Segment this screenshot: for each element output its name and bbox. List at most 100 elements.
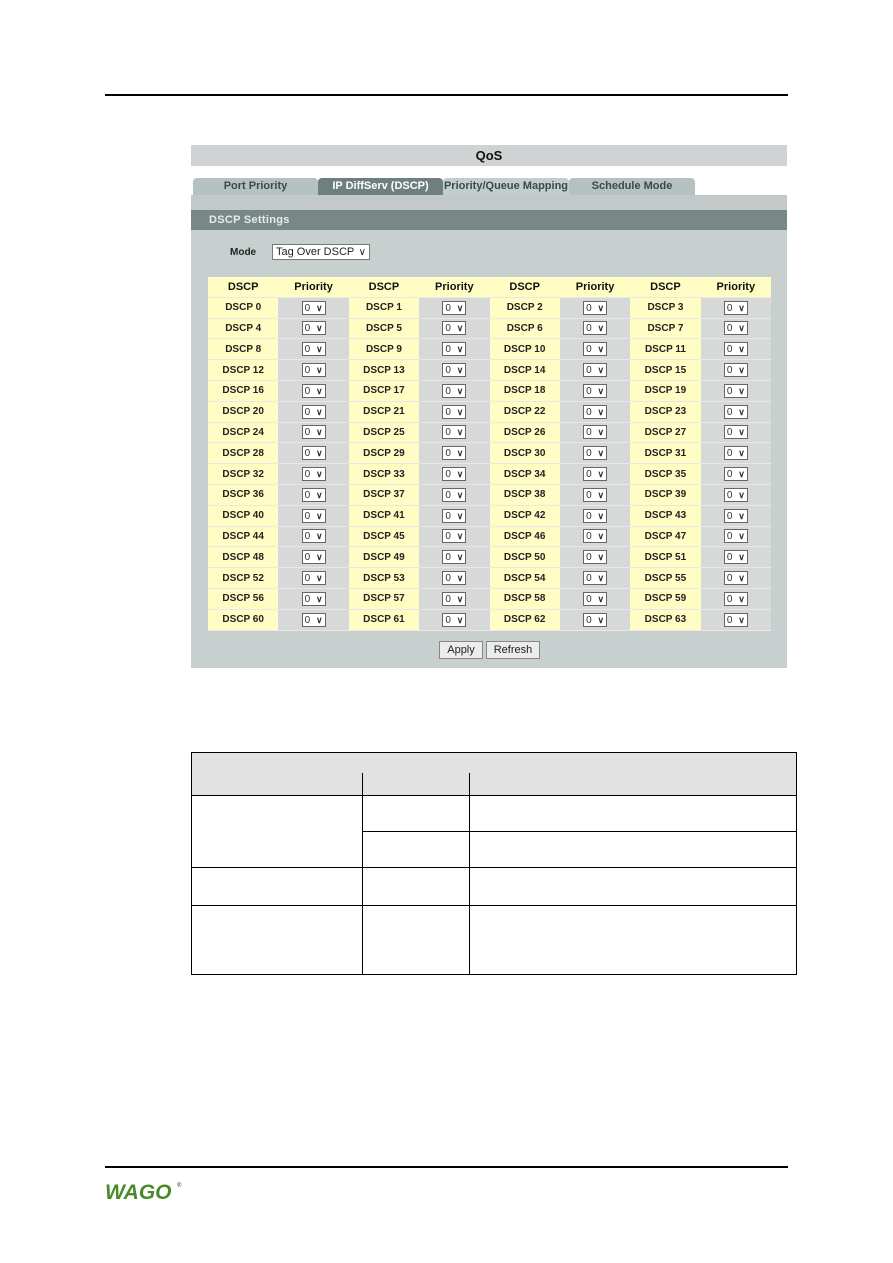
dscp-label: DSCP 5 — [348, 318, 420, 340]
priority-select[interactable]: 0 ∨ — [442, 363, 467, 378]
priority-cell: 0 ∨ — [419, 526, 490, 548]
priority-select[interactable]: 0 ∨ — [442, 446, 467, 461]
priority-select[interactable]: 0 ∨ — [583, 321, 608, 336]
tab-ip-diffserv[interactable]: IP DiffServ (DSCP) — [318, 178, 443, 195]
priority-select[interactable]: 0 ∨ — [442, 383, 467, 398]
priority-select[interactable]: 0 ∨ — [723, 571, 748, 586]
priority-select[interactable]: 0 ∨ — [301, 487, 326, 502]
tab-priority-queue-mapping[interactable]: Priority/Queue Mapping — [443, 178, 569, 195]
priority-select[interactable]: 0 ∨ — [442, 612, 467, 627]
priority-select[interactable]: 0 ∨ — [301, 321, 326, 336]
priority-select[interactable]: 0 ∨ — [442, 425, 467, 440]
priority-select[interactable]: 0 ∨ — [442, 300, 467, 315]
priority-select[interactable]: 0 ∨ — [723, 446, 748, 461]
priority-cell: 0 ∨ — [559, 464, 631, 485]
refresh-button[interactable]: Refresh — [486, 641, 540, 659]
priority-cell: 0 ∨ — [559, 609, 631, 631]
priority-select-value: 0 — [586, 448, 592, 460]
dscp-label: DSCP 36 — [208, 484, 279, 506]
priority-select[interactable]: 0 ∨ — [442, 342, 467, 357]
priority-select-value: 0 — [726, 385, 733, 397]
priority-select[interactable]: 0 ∨ — [723, 591, 748, 606]
priority-select[interactable]: 0 ∨ — [723, 300, 748, 315]
priority-select[interactable]: 0 ∨ — [301, 612, 326, 627]
priority-select[interactable]: 0 ∨ — [301, 529, 326, 544]
priority-select-value: 0 — [304, 531, 311, 543]
priority-select[interactable]: 0 ∨ — [583, 404, 608, 419]
priority-select[interactable]: 0 ∨ — [583, 425, 608, 440]
priority-select[interactable]: 0 ∨ — [301, 425, 326, 440]
priority-select-value: 0 — [304, 344, 311, 356]
dscp-label: DSCP 52 — [208, 568, 279, 589]
dscp-label: DSCP 18 — [489, 380, 560, 402]
dscp-label: DSCP 26 — [489, 422, 560, 444]
tab-schedule-mode[interactable]: Schedule Mode — [569, 178, 695, 195]
priority-select[interactable]: 0 ∨ — [301, 550, 326, 565]
priority-select[interactable]: 0 ∨ — [583, 591, 608, 606]
priority-select[interactable]: 0 ∨ — [723, 383, 748, 398]
table-row: DSCP 44 0 ∨ DSCP 45 0 ∨ DSCP 46 0 ∨ DSCP 47 0 ∨ — [208, 526, 771, 548]
table-row: DSCP 40 0 ∨ DSCP 41 0 ∨ DSCP 42 0 ∨ DSCP 43 0 ∨ — [208, 505, 771, 527]
chevron-down-icon: ∨ — [597, 531, 605, 542]
priority-select[interactable]: 0 ∨ — [723, 425, 748, 440]
priority-select[interactable]: 0 ∨ — [583, 467, 608, 482]
priority-select[interactable]: 0 ∨ — [583, 529, 608, 544]
priority-select-value: 0 — [726, 365, 733, 377]
priority-select[interactable]: 0 ∨ — [723, 487, 748, 502]
priority-select[interactable]: 0 ∨ — [583, 383, 608, 398]
priority-select[interactable]: 0 ∨ — [583, 342, 608, 357]
tab-port-priority[interactable]: Port Priority — [193, 178, 318, 195]
priority-select[interactable]: 0 ∨ — [301, 446, 326, 461]
apply-button[interactable]: Apply — [439, 641, 483, 659]
priority-select[interactable]: 0 ∨ — [442, 487, 467, 502]
priority-select[interactable]: 0 ∨ — [723, 550, 748, 565]
priority-select[interactable]: 0 ∨ — [723, 612, 748, 627]
priority-select[interactable]: 0 ∨ — [442, 571, 467, 586]
dscp-label: DSCP 33 — [348, 464, 420, 485]
priority-select[interactable]: 0 ∨ — [583, 550, 608, 565]
priority-select[interactable]: 0 ∨ — [301, 300, 326, 315]
mode-select[interactable]: Tag Over DSCP ∨ — [272, 244, 370, 260]
priority-select[interactable]: 0 ∨ — [301, 383, 326, 398]
priority-select[interactable]: 0 ∨ — [442, 529, 467, 544]
priority-select[interactable]: 0 ∨ — [301, 508, 326, 523]
priority-select[interactable]: 0 ∨ — [583, 446, 608, 461]
priority-select[interactable]: 0 ∨ — [442, 508, 467, 523]
priority-select[interactable]: 0 ∨ — [301, 404, 326, 419]
priority-select[interactable]: 0 ∨ — [442, 591, 467, 606]
priority-select-value: 0 — [445, 489, 451, 501]
priority-select[interactable]: 0 ∨ — [442, 321, 467, 336]
priority-select[interactable]: 0 ∨ — [583, 612, 608, 627]
priority-select[interactable]: 0 ∨ — [301, 591, 326, 606]
priority-select[interactable]: 0 ∨ — [583, 508, 608, 523]
priority-select[interactable]: 0 ∨ — [583, 363, 608, 378]
priority-select[interactable]: 0 ∨ — [583, 487, 608, 502]
chevron-down-icon: ∨ — [456, 302, 464, 313]
dscp-label: DSCP 22 — [489, 401, 560, 423]
priority-select-value: 0 — [445, 344, 451, 356]
priority-cell: 0 ∨ — [419, 443, 490, 465]
priority-select[interactable]: 0 ∨ — [723, 508, 748, 523]
priority-select[interactable]: 0 ∨ — [442, 404, 467, 419]
priority-select[interactable]: 0 ∨ — [723, 342, 748, 357]
priority-select[interactable]: 0 ∨ — [723, 404, 748, 419]
priority-select[interactable]: 0 ∨ — [301, 342, 326, 357]
priority-select-value: 0 — [445, 385, 451, 397]
dscp-label: DSCP 31 — [630, 443, 701, 465]
priority-select[interactable]: 0 ∨ — [723, 529, 748, 544]
priority-select[interactable]: 0 ∨ — [442, 467, 467, 482]
priority-select[interactable]: 0 ∨ — [723, 321, 748, 336]
priority-select[interactable]: 0 ∨ — [723, 363, 748, 378]
dscp-label: DSCP 41 — [348, 505, 420, 527]
chevron-down-icon: ∨ — [456, 448, 464, 459]
priority-select[interactable]: 0 ∨ — [301, 363, 326, 378]
priority-select[interactable]: 0 ∨ — [301, 571, 326, 586]
priority-select[interactable]: 0 ∨ — [723, 467, 748, 482]
priority-select[interactable]: 0 ∨ — [301, 467, 326, 482]
priority-select[interactable]: 0 ∨ — [442, 550, 467, 565]
dscp-label: DSCP 30 — [489, 443, 560, 465]
priority-select[interactable]: 0 ∨ — [583, 571, 608, 586]
dscp-label: DSCP 63 — [630, 609, 701, 631]
priority-select-value: 0 — [726, 593, 733, 605]
priority-select[interactable]: 0 ∨ — [583, 300, 608, 315]
